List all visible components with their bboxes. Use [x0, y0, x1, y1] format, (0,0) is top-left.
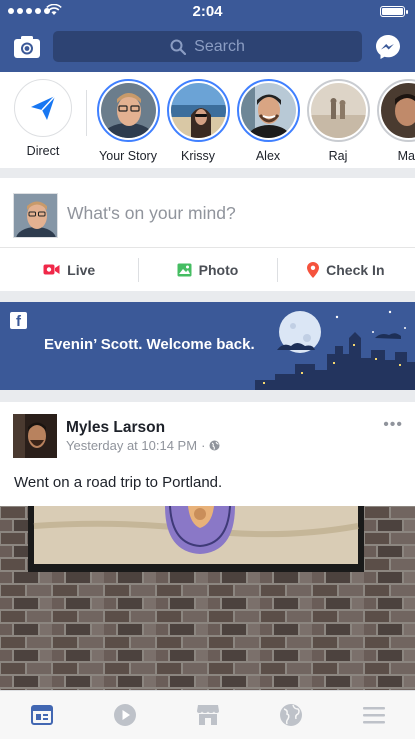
camera-icon[interactable] [13, 34, 41, 60]
post-options-icon[interactable]: ••• [383, 416, 403, 434]
search-bar[interactable]: Search [53, 31, 362, 62]
tab-marketplace[interactable] [166, 691, 249, 739]
story-label: Alex [255, 149, 281, 163]
story-ring [376, 79, 415, 142]
direct-ring [14, 79, 72, 137]
search-placeholder: Search [194, 37, 245, 55]
search-icon [170, 39, 187, 55]
globe-notifications-icon [279, 704, 302, 726]
avatar [100, 83, 156, 138]
story-ring [306, 79, 370, 142]
story-alex[interactable]: Alex [233, 79, 303, 163]
paper-plane-icon [31, 95, 56, 120]
tab-menu[interactable] [332, 691, 415, 739]
video-play-icon [113, 704, 136, 726]
marketplace-icon [196, 705, 219, 725]
feed-post: Myles Larson Yesterday at 10:14 PM · •••… [0, 402, 415, 690]
story-your-story[interactable]: Your Story [93, 79, 163, 163]
story-direct[interactable]: Direct [8, 79, 78, 158]
tab-news-feed[interactable] [0, 691, 83, 739]
story-ring [96, 79, 160, 142]
photo-button[interactable]: Photo [138, 248, 276, 291]
tab-watch[interactable] [83, 691, 166, 739]
night-skyline-illustration [255, 310, 415, 390]
composer-actions: Live Photo Check In [0, 248, 415, 291]
story-ring [236, 79, 300, 142]
battery-icon [380, 6, 408, 17]
post-photo[interactable] [0, 506, 415, 690]
top-bar: 2:04 Search [0, 0, 415, 72]
post-text: Went on a road trip to Portland. [14, 474, 223, 491]
photo-icon [177, 263, 192, 276]
check-in-button[interactable]: Check In [276, 248, 415, 291]
welcome-message: Evenin’ Scott. Welcome back. [44, 336, 255, 353]
bottom-tab-bar [0, 690, 415, 739]
avatar [310, 83, 366, 138]
facebook-app: 2:04 Search Direct Your Story Krissy Ale… [0, 0, 415, 739]
status-time: 2:04 [192, 3, 223, 20]
welcome-banner: f Evenin’ Scott. Welcome back. [0, 302, 415, 390]
status-bar: 2:04 [0, 0, 415, 22]
live-label: Live [67, 261, 96, 278]
story-label: Mat [397, 149, 415, 163]
stories-divider [86, 90, 87, 136]
user-avatar[interactable] [13, 193, 58, 238]
story-label: Krissy [180, 149, 216, 163]
live-button[interactable]: Live [0, 248, 138, 291]
location-pin-icon [307, 261, 320, 278]
post-timestamp[interactable]: Yesterday at 10:14 PM [66, 438, 197, 453]
stories-tray: Direct Your Story Krissy Alex Raj Ma [0, 72, 415, 168]
news-feed-icon [30, 705, 53, 725]
post-author[interactable]: Myles Larson [66, 419, 165, 437]
messenger-icon[interactable] [375, 34, 401, 60]
story-label: Your Story [99, 149, 157, 163]
composer-input[interactable]: What's on your mind? [67, 203, 236, 224]
story-mat[interactable]: Mat [373, 79, 415, 163]
menu-icon [362, 707, 385, 724]
live-video-icon [43, 264, 60, 275]
meta-separator: · [201, 438, 206, 453]
story-raj[interactable]: Raj [303, 79, 373, 163]
facebook-logo-icon: f [10, 312, 27, 330]
story-label: Raj [328, 149, 348, 163]
avatar [240, 83, 296, 138]
tab-notifications[interactable] [249, 691, 332, 739]
avatar [170, 83, 226, 138]
story-ring [166, 79, 230, 142]
photo-label: Photo [198, 261, 239, 278]
post-meta: Yesterday at 10:14 PM · [66, 438, 220, 453]
check-in-label: Check In [326, 261, 385, 278]
avatar [380, 83, 415, 138]
story-krissy[interactable]: Krissy [163, 79, 233, 163]
story-label: Direct [26, 144, 60, 158]
author-avatar[interactable] [13, 414, 57, 458]
globe-icon [209, 440, 220, 451]
status-composer: What's on your mind? Live Photo Check In [0, 178, 415, 291]
